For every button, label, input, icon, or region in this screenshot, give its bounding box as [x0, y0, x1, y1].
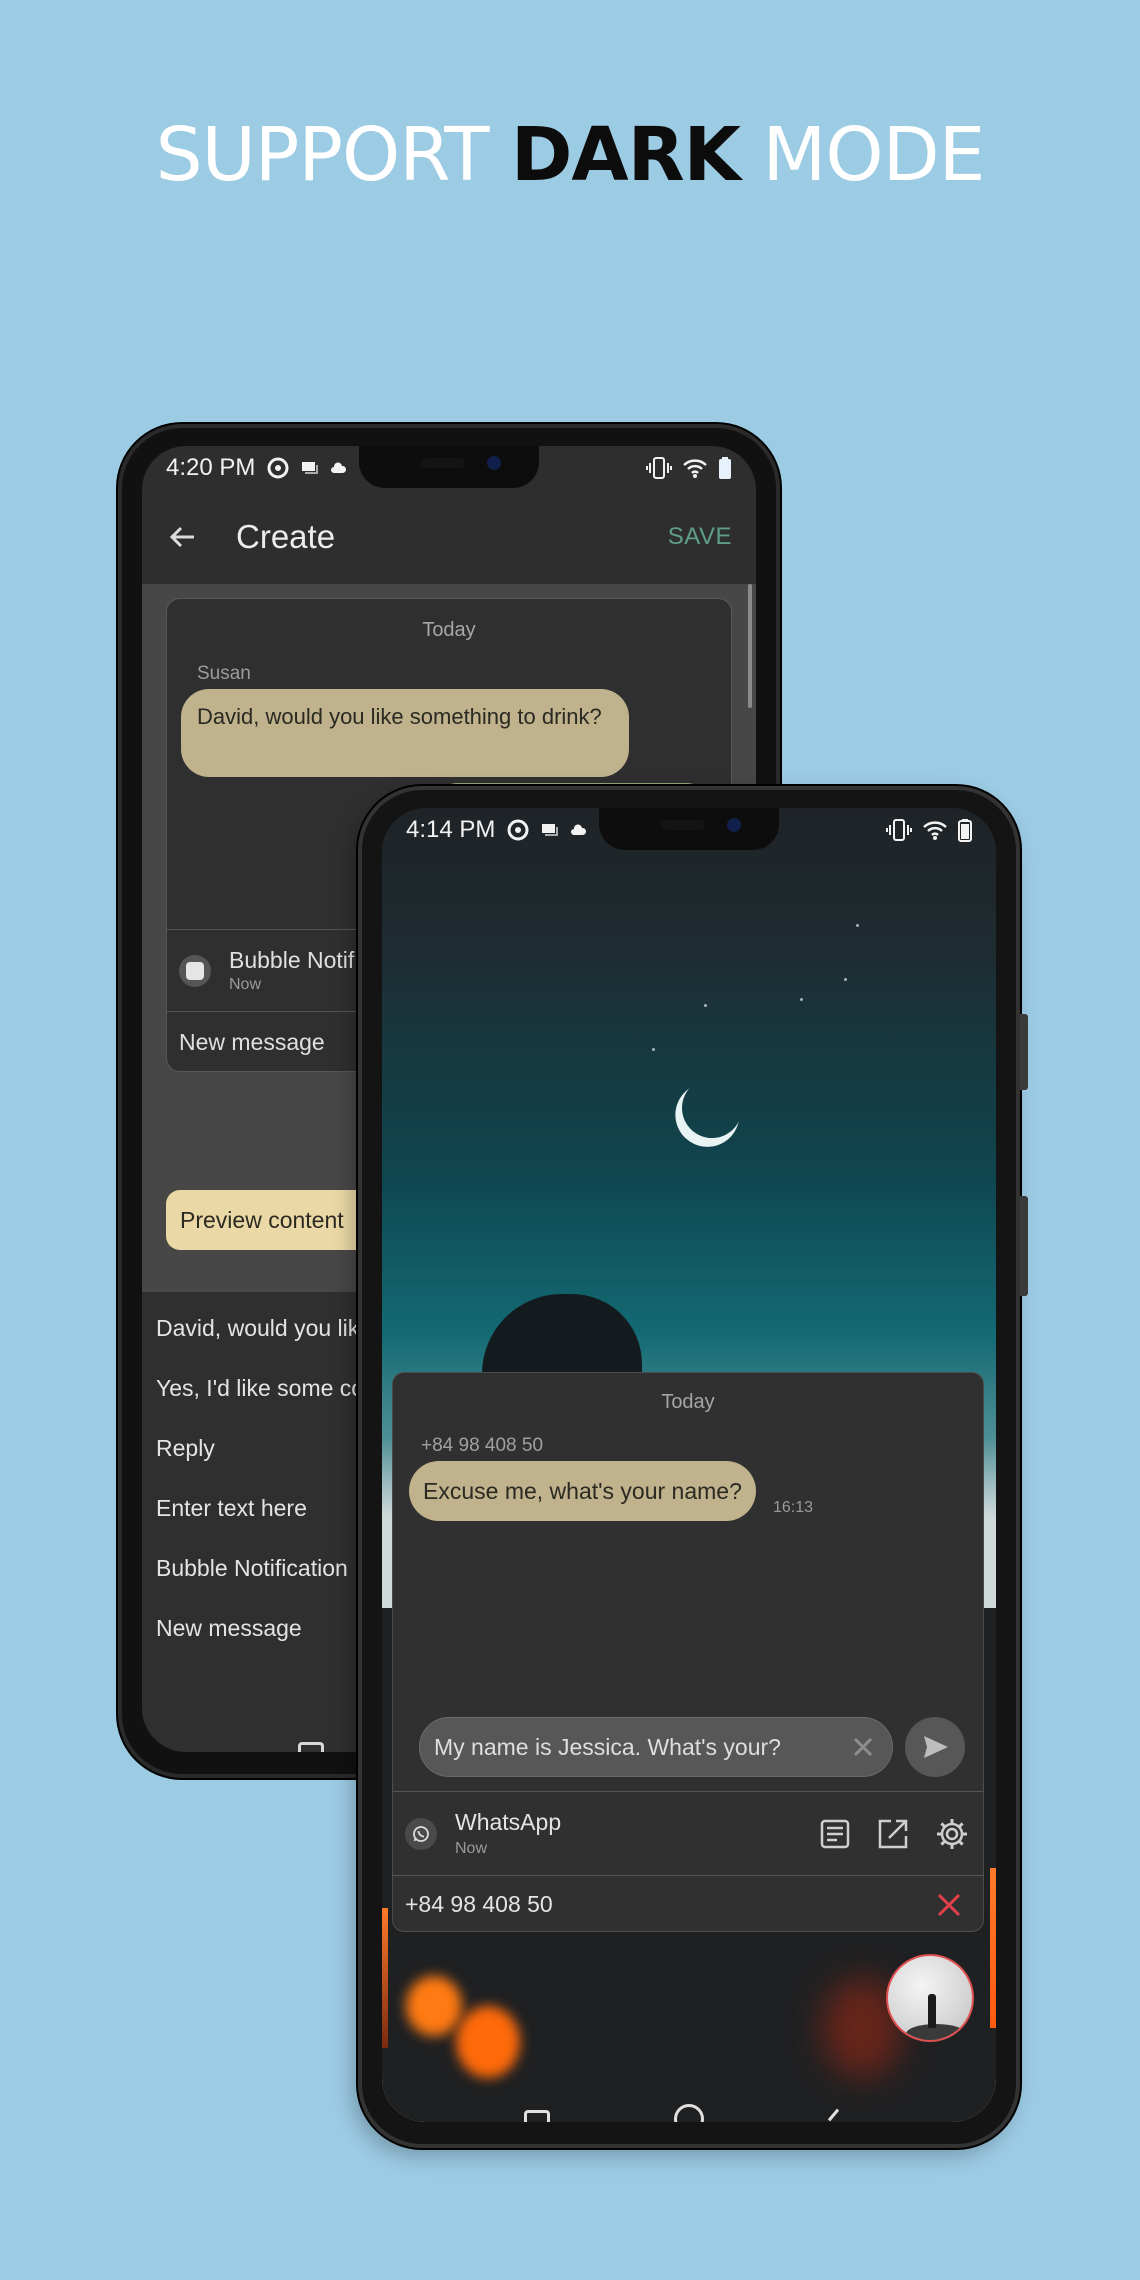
cloud-icon — [331, 462, 347, 473]
app-bar: Create SAVE — [142, 490, 756, 584]
date-label: Today — [422, 619, 476, 641]
reply-row: My name is Jessica. What's your? — [419, 1717, 971, 1777]
sender-name: Susan — [197, 663, 251, 684]
bokeh-light — [456, 2006, 520, 2078]
send-icon — [924, 1736, 948, 1758]
notes-icon[interactable] — [819, 1818, 851, 1850]
contact-number: +84 98 408 50 — [405, 1891, 553, 1917]
recents-nav-icon[interactable] — [298, 1742, 324, 1752]
vibrate-icon — [886, 819, 912, 841]
notch — [599, 808, 779, 850]
cloud-icon — [571, 824, 587, 835]
date-label: Today — [661, 1391, 715, 1413]
contact-row: +84 98 408 50 — [393, 1875, 983, 1931]
wifi-icon — [683, 459, 707, 478]
page-title: Create — [236, 518, 336, 555]
wallpaper-glow — [382, 1908, 388, 2048]
blackberry-icon — [267, 457, 289, 479]
incoming-message-bubble: Excuse me, what's your name? — [409, 1461, 756, 1521]
scrollbar[interactable] — [748, 584, 752, 708]
headline-part2: MODE — [740, 112, 986, 198]
notification-title: Bubble Notif — [229, 947, 355, 973]
crescent-moon — [674, 1070, 751, 1147]
close-icon[interactable] — [935, 1891, 963, 1919]
avatar-rock — [906, 2024, 966, 2040]
star — [652, 1048, 655, 1051]
sender-number: +84 98 408 50 — [421, 1435, 544, 1456]
star — [856, 924, 859, 927]
headline-part1: SUPPORT — [155, 112, 511, 198]
app-name: WhatsApp — [455, 1809, 562, 1835]
star — [704, 1004, 707, 1007]
send-button[interactable] — [905, 1717, 965, 1777]
settings-gear-icon[interactable] — [935, 1817, 969, 1851]
reply-input-value: My name is Jessica. What's your? — [434, 1733, 781, 1760]
save-button[interactable]: SAVE — [668, 523, 732, 551]
notification-time: Now — [229, 976, 262, 993]
volume-button — [1020, 1014, 1028, 1090]
incoming-message-bubble: David, would you like something to drink… — [181, 689, 629, 777]
message-time: 16:13 — [773, 1499, 814, 1516]
clear-icon[interactable] — [848, 1732, 878, 1762]
whatsapp-icon — [405, 1817, 437, 1850]
headline: SUPPORT DARK MODE — [0, 112, 1140, 198]
front-phone-screen: 4:14 PM Today +84 98 408 50 Excuse me, w… — [382, 808, 996, 2122]
speaker — [661, 820, 705, 830]
star — [800, 998, 803, 1001]
star — [844, 978, 847, 981]
status-time: 4:20 PM — [166, 454, 256, 481]
back-nav-icon[interactable] — [827, 2108, 840, 2122]
vibrate-icon — [646, 457, 672, 479]
app-notification-row: WhatsApp Now — [393, 1791, 983, 1875]
camera — [487, 456, 501, 470]
chat-bubble-window: Today +84 98 408 50 Excuse me, what's yo… — [392, 1372, 984, 1932]
bokeh-light — [406, 1976, 462, 2036]
arrow-left-icon[interactable] — [166, 520, 200, 554]
wifi-icon — [923, 821, 947, 840]
power-button — [1020, 1196, 1028, 1296]
avatar-person — [928, 1994, 936, 2028]
speaker — [421, 458, 465, 468]
app-icon — [179, 954, 211, 987]
open-external-icon[interactable] — [877, 1818, 909, 1850]
battery-icon — [719, 457, 731, 479]
reply-input[interactable]: My name is Jessica. What's your? — [419, 1717, 893, 1777]
app-time: Now — [455, 1840, 488, 1857]
notch — [359, 446, 539, 488]
status-time: 4:14 PM — [406, 816, 496, 843]
blackberry-icon — [507, 819, 529, 841]
recents-nav-icon[interactable] — [524, 2110, 550, 2122]
floating-bubble-avatar[interactable] — [886, 1954, 974, 2042]
camera — [727, 818, 741, 832]
home-nav-icon[interactable] — [674, 2104, 704, 2122]
navigation-bar — [382, 2092, 996, 2122]
wallpaper-glow — [990, 1868, 996, 2028]
message-icon — [542, 824, 559, 836]
headline-highlight: DARK — [511, 112, 741, 198]
front-phone: 4:14 PM Today +84 98 408 50 Excuse me, w… — [358, 786, 1028, 2148]
battery-icon — [958, 819, 972, 842]
message-icon — [302, 462, 319, 474]
